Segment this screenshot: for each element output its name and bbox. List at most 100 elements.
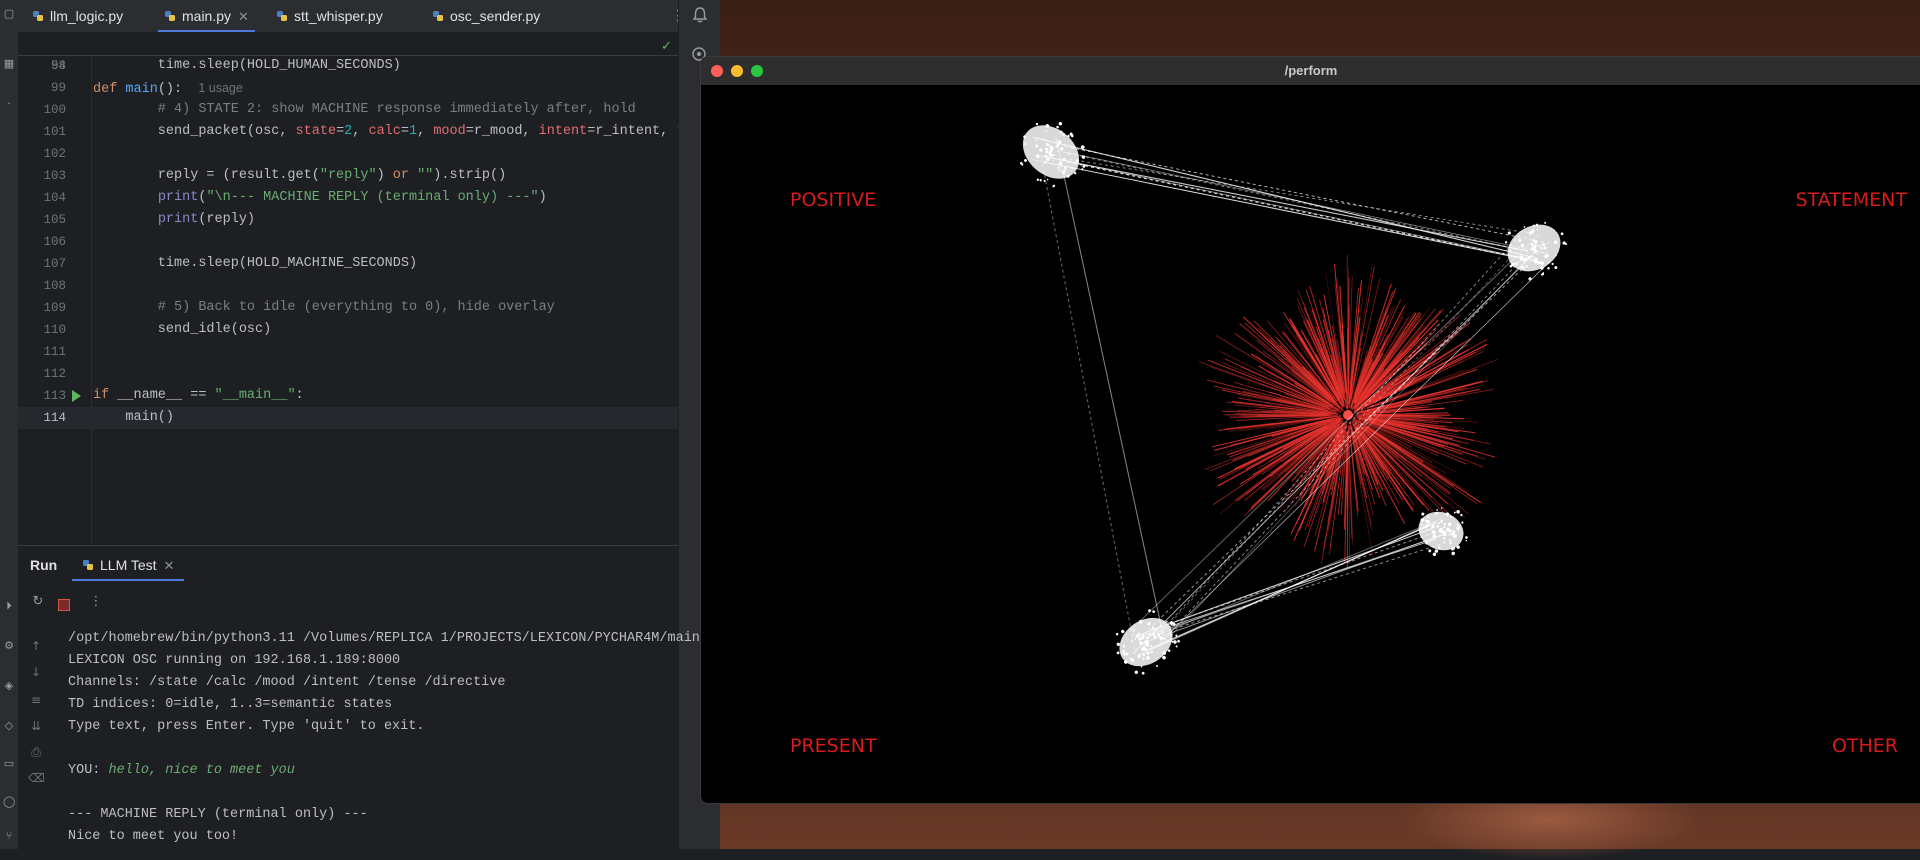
structure-icon[interactable]: ▦ xyxy=(3,58,15,70)
more-options-icon[interactable]: ⋮ xyxy=(88,594,104,610)
python-file-icon xyxy=(164,10,176,22)
line-number: 114 xyxy=(32,407,66,429)
rerun-icon[interactable]: ↻ xyxy=(30,594,46,610)
code-line[interactable]: 99 xyxy=(18,77,678,99)
code-line[interactable]: 106 xyxy=(18,231,678,253)
tab-main[interactable]: main.py✕ xyxy=(164,0,249,32)
line-number: 100 xyxy=(32,99,66,121)
more-tools-icon[interactable]: · xyxy=(3,98,15,110)
tab-osc-sender[interactable]: osc_sender.py xyxy=(432,0,540,32)
code-line[interactable]: 111 xyxy=(18,341,678,363)
run-tool-icon[interactable]: ⏵ xyxy=(3,600,15,612)
code-line[interactable]: 101 send_packet(osc, state=2, calc=1, mo… xyxy=(18,121,678,143)
particle-node-2 xyxy=(1494,208,1577,288)
line-number: 99 xyxy=(32,77,66,99)
ide-left-toolstrip: ▢ ▦ · ⏵ ⚙ ◈ ◇ ▭ ◯ ⑂ xyxy=(0,0,19,849)
console-line: /opt/homebrew/bin/python3.11 /Volumes/RE… xyxy=(68,628,708,650)
console-line: Type text, press Enter. Type 'quit' to e… xyxy=(68,716,424,738)
run-panel: Run LLM Test✕ ↻ ⋮ ↑ ↓ ≡ ⇊ ⎙ ⌫ /opt/homeb… xyxy=(18,545,678,850)
code-line[interactable]: 100 # 4) STATE 2: show MACHINE response … xyxy=(18,99,678,121)
code-line[interactable]: 113if __name__ == "__main__": xyxy=(18,385,678,407)
console-user-input: hello, nice to meet you xyxy=(109,763,295,778)
console-line: Channels: /state /calc /mood /intent /te… xyxy=(68,672,505,694)
sticky-scope-line[interactable]: 54 def main(): 1 usage ✓ xyxy=(18,33,678,56)
line-number: 108 xyxy=(32,275,66,297)
console-input-line[interactable]: YOU: hello, nice to meet you xyxy=(68,760,295,782)
code-line[interactable]: 107 time.sleep(HOLD_MACHINE_SECONDS) xyxy=(18,253,678,275)
console-line: Nice to meet you too! xyxy=(68,826,238,848)
code-line[interactable]: 105 print(reply) xyxy=(18,209,678,231)
line-number: 111 xyxy=(32,341,66,363)
code-text: send_idle(osc) xyxy=(93,319,271,341)
line-number: 109 xyxy=(32,297,66,319)
code-editor[interactable]: 54 def main(): 1 usage ✓ 98 time.sleep(H… xyxy=(18,33,678,543)
code-line[interactable]: 98 time.sleep(HOLD_HUMAN_SECONDS) xyxy=(18,55,678,77)
visualization-stage: POSITIVE STATEMENT PRESENT OTHER xyxy=(701,85,1920,803)
code-text: time.sleep(HOLD_HUMAN_SECONDS) xyxy=(93,55,401,77)
line-number: 106 xyxy=(32,231,66,253)
git-icon[interactable]: ⑂ xyxy=(3,830,15,842)
console-prompt: YOU: xyxy=(68,763,109,778)
scroll-up-icon[interactable]: ↑ xyxy=(28,638,44,654)
console-line: LEXICON OSC running on 192.168.1.189:800… xyxy=(68,650,400,672)
code-text: send_packet(osc, state=2, calc=1, mood=r… xyxy=(93,121,678,143)
code-line[interactable]: 104 print("\n--- MACHINE REPLY (terminal… xyxy=(18,187,678,209)
python-file-icon xyxy=(82,559,94,571)
code-line[interactable]: 108 xyxy=(18,275,678,297)
code-line[interactable]: 112 xyxy=(18,363,678,385)
code-text: # 5) Back to idle (everything to 0), hid… xyxy=(93,297,555,319)
project-icon[interactable]: ▢ xyxy=(3,8,15,20)
run-panel-title: Run xyxy=(30,546,57,584)
console-line: --- MACHINE REPLY (terminal only) --- xyxy=(68,804,368,826)
tab-label: osc_sender.py xyxy=(450,8,540,24)
code-text: if __name__ == "__main__": xyxy=(93,385,304,407)
close-tab-icon[interactable]: ✕ xyxy=(164,558,175,573)
scroll-down-icon[interactable]: ↓ xyxy=(28,664,44,680)
notifications-bell-icon[interactable] xyxy=(691,6,709,24)
code-line[interactable]: 109 # 5) Back to idle (everything to 0),… xyxy=(18,297,678,319)
code-line-current[interactable]: 114 main() xyxy=(18,407,678,429)
code-text: main() xyxy=(93,407,174,429)
line-number: 107 xyxy=(32,253,66,275)
window-title: /perform xyxy=(701,57,1920,85)
tab-llm-test[interactable]: LLM Test ✕ xyxy=(82,546,174,585)
close-tab-icon[interactable]: ✕ xyxy=(238,9,249,24)
soft-wrap-icon[interactable]: ≡ xyxy=(28,692,44,708)
particle-node-3 xyxy=(1409,499,1476,565)
run-toolbar: ↻ ⋮ xyxy=(18,588,678,616)
code-line[interactable]: 103 reply = (result.get("reply") or "").… xyxy=(18,165,678,187)
line-number: 104 xyxy=(32,187,66,209)
python-file-icon xyxy=(432,10,444,22)
tab-label: llm_logic.py xyxy=(50,8,123,24)
line-number: 105 xyxy=(32,209,66,231)
tab-llm-logic[interactable]: llm_logic.py xyxy=(32,0,123,32)
code-text: # 4) STATE 2: show MACHINE response imme… xyxy=(93,99,636,121)
tab-label: stt_whisper.py xyxy=(294,8,383,24)
services-icon[interactable]: ⚙ xyxy=(3,640,15,652)
perform-titlebar[interactable]: /perform xyxy=(701,57,1920,86)
line-number: 101 xyxy=(32,121,66,143)
code-line[interactable]: 102 xyxy=(18,143,678,165)
code-line[interactable]: 110 send_idle(osc) xyxy=(18,319,678,341)
run-gutter-icon[interactable] xyxy=(72,390,81,402)
clear-console-icon[interactable]: ⌫ xyxy=(28,770,44,786)
console-line: TD indices: 0=idle, 1..3=semantic states xyxy=(68,694,392,716)
terminal-icon[interactable]: ▭ xyxy=(3,758,15,770)
problems-icon[interactable]: ◯ xyxy=(3,796,15,808)
python-console-icon[interactable]: ◇ xyxy=(3,720,15,732)
packages-icon[interactable]: ◈ xyxy=(3,680,15,692)
code-text: print("\n--- MACHINE REPLY (terminal onl… xyxy=(93,187,547,209)
perform-window[interactable]: /perform POSITIVE STATEMENT PRESENT OTHE… xyxy=(700,56,1920,804)
line-number: 102 xyxy=(32,143,66,165)
tab-stt-whisper[interactable]: stt_whisper.py xyxy=(276,0,383,32)
line-number: 110 xyxy=(32,319,66,341)
print-icon[interactable]: ⎙ xyxy=(28,744,44,760)
run-tab-label: LLM Test xyxy=(100,557,157,573)
code-text: reply = (result.get("reply") or "").stri… xyxy=(93,165,506,187)
stop-icon[interactable] xyxy=(58,599,70,611)
line-number: 112 xyxy=(32,363,66,385)
scroll-to-end-icon[interactable]: ⇊ xyxy=(28,718,44,734)
particle-node-1 xyxy=(1007,109,1098,199)
run-tab-bar: Run LLM Test ✕ xyxy=(18,546,678,584)
line-number: 98 xyxy=(32,55,66,77)
